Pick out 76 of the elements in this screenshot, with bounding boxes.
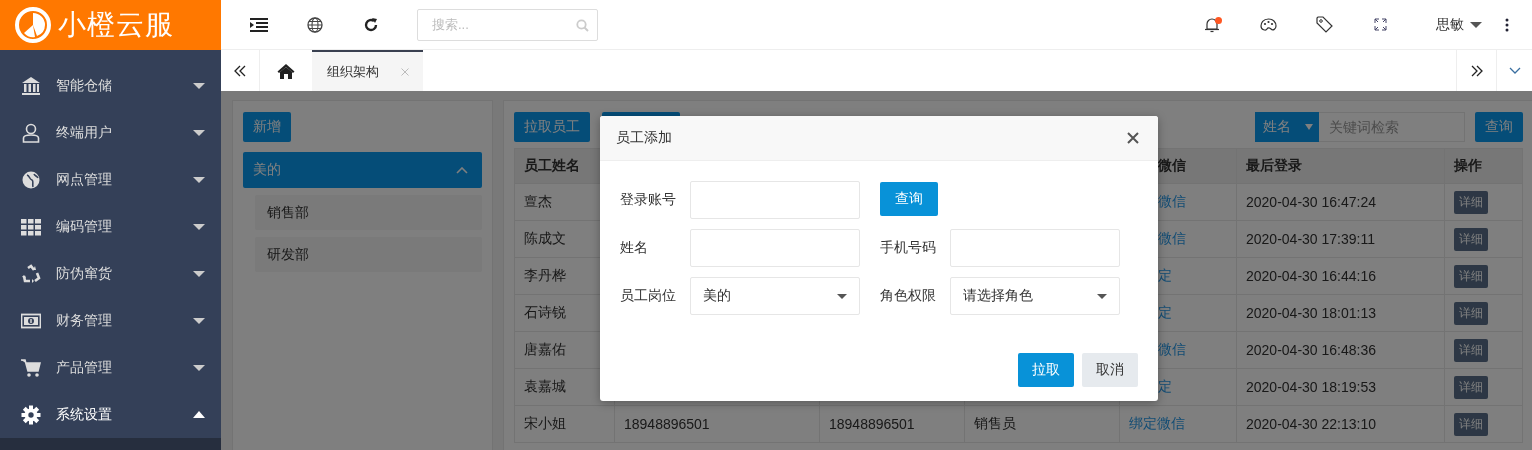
select-field[interactable]: 美的 — [690, 277, 860, 315]
user-menu[interactable]: 思敏 — [1426, 15, 1492, 34]
input-field[interactable] — [950, 229, 1120, 267]
input-field[interactable] — [690, 229, 860, 267]
table-cell: 2020-04-30 18:01:13 — [1236, 294, 1445, 332]
select-field[interactable]: 请选择角色 — [950, 277, 1120, 315]
user-icon — [21, 122, 41, 143]
details-button[interactable]: 详细 — [1454, 301, 1488, 325]
field-label: 姓名 — [620, 239, 649, 257]
table-cell: 2020-04-30 17:39:11 — [1236, 220, 1445, 258]
field-label: 员工岗位 — [620, 287, 677, 305]
home-icon — [277, 62, 295, 79]
field-label: 手机号码 — [880, 239, 937, 257]
details-button[interactable]: 详细 — [1454, 338, 1488, 362]
sidebar-item[interactable]: 网点管理 — [0, 156, 221, 203]
details-button[interactable]: 详细 — [1454, 375, 1488, 399]
table-cell: 18948896501 — [614, 405, 820, 443]
details-button[interactable]: 详细 — [1454, 264, 1488, 288]
sidebar-item[interactable]: 系统设置 — [0, 391, 221, 438]
chevron-down-icon — [1508, 67, 1521, 74]
tab[interactable]: 组织架构 — [312, 50, 423, 91]
close-icon — [1127, 132, 1139, 144]
globe-icon[interactable] — [307, 16, 323, 33]
table-link[interactable]: 绑定微信 — [1119, 405, 1237, 443]
logo-icon — [14, 6, 52, 44]
table-cell: 2020-04-30 18:19:53 — [1236, 368, 1445, 406]
column-header: 最后登录 — [1236, 148, 1445, 184]
cancel-button[interactable]: 取消 — [1082, 353, 1138, 387]
menu-icon[interactable] — [250, 17, 268, 32]
query-button[interactable]: 查询 — [1475, 112, 1523, 142]
column-header: 操作 — [1444, 148, 1523, 184]
add-button[interactable]: 新增 — [243, 112, 291, 142]
details-button[interactable]: 详细 — [1454, 412, 1488, 436]
details-button[interactable]: 详细 — [1454, 227, 1488, 251]
bell-icon[interactable] — [1205, 16, 1219, 33]
table-cell: 销售员 — [964, 405, 1120, 443]
fullscreen-icon[interactable] — [1373, 18, 1387, 31]
bank-icon — [21, 75, 41, 96]
sidebar-item[interactable]: 智能仓储 — [0, 62, 221, 109]
tag-icon[interactable] — [1315, 16, 1333, 33]
table-cell: 2020-04-30 16:44:16 — [1236, 257, 1445, 295]
table-cell: 2020-04-30 22:13:10 — [1236, 405, 1445, 443]
sidebar-item[interactable]: 防伪窜货 — [0, 250, 221, 297]
cart-icon — [21, 357, 41, 378]
input-field[interactable] — [690, 181, 860, 219]
toolbar-button[interactable]: 拉取员工 — [514, 112, 590, 142]
search-field[interactable]: 搜索... — [417, 8, 598, 41]
close-button[interactable] — [1127, 132, 1139, 144]
sidebar-item[interactable]: 编码管理 — [0, 203, 221, 250]
grid-icon — [21, 216, 41, 237]
search-type-select[interactable]: 姓名 — [1255, 112, 1319, 142]
details-button[interactable]: 详细 — [1454, 190, 1488, 214]
query-button[interactable]: 查询 — [880, 182, 938, 216]
confirm-button[interactable]: 拉取 — [1018, 353, 1074, 387]
sidebar-item[interactable]: 产品管理 — [0, 344, 221, 391]
sidebar-item[interactable]: 财务管理 — [0, 297, 221, 344]
table-cell: 2020-04-30 16:48:36 — [1236, 331, 1445, 369]
table-cell: 18948896501 — [819, 405, 965, 443]
tree-item[interactable]: 研发部 — [255, 237, 482, 272]
field-label: 登录账号 — [620, 191, 677, 209]
table-cell: 2020-04-30 16:47:24 — [1236, 183, 1445, 221]
dialog-title: 员工添加 — [616, 129, 672, 147]
field-label: 角色权限 — [880, 287, 937, 305]
globe-icon — [21, 169, 41, 190]
tree-item[interactable]: 销售部 — [255, 195, 482, 230]
refresh-icon[interactable] — [363, 16, 379, 33]
palette-icon[interactable] — [1259, 17, 1277, 32]
double-chevron-right-icon — [1470, 64, 1483, 77]
double-chevron-left-icon — [234, 64, 246, 77]
brand-name: 小橙云服 — [58, 8, 174, 42]
more-icon[interactable] — [1505, 17, 1509, 32]
search-icon — [576, 18, 589, 32]
gear-icon — [21, 404, 41, 425]
sidebar-item[interactable]: 终端用户 — [0, 109, 221, 156]
table-cell: 宋小姐 — [514, 405, 615, 443]
tree-item[interactable]: 美的 — [243, 152, 482, 188]
